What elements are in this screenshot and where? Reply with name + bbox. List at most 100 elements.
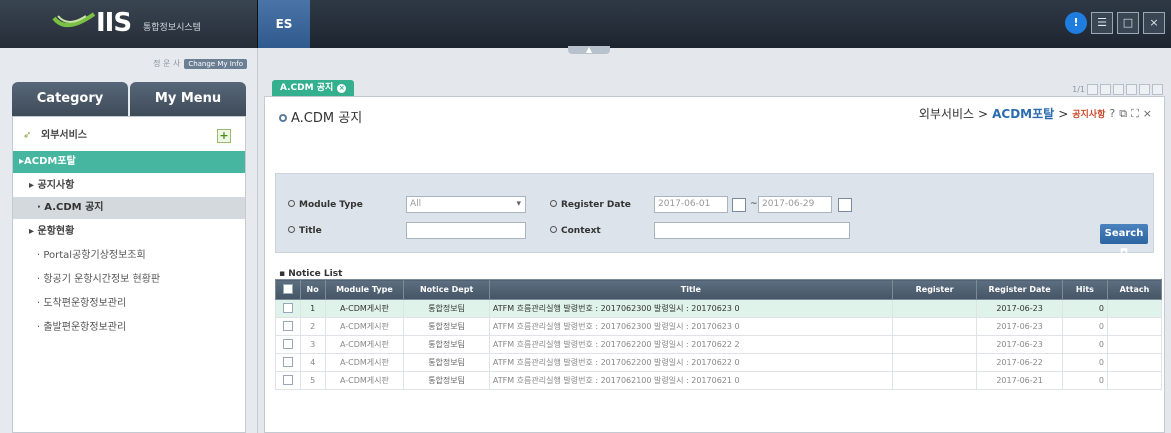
- context-label: Context: [550, 226, 601, 236]
- cell-no: 1: [299, 299, 326, 318]
- sidebar-item-label: 공지사항: [37, 180, 75, 191]
- menu-tree: ➶ 외부서비스 + ▸ACDM포탈 ▸ 공지사항 · A.CDM 공지 ▸ 운항…: [12, 116, 246, 433]
- table-row[interactable]: 4 A-CDM게시판 통합정보팀 ATFM 흐름관리실행 발령번호 : 2017…: [275, 353, 1163, 372]
- sidebar-item-acdm-portal[interactable]: ▸ACDM포탈: [13, 151, 245, 173]
- tab-my-menu[interactable]: My Menu: [130, 82, 246, 116]
- sidebar-item-weather[interactable]: · Portal공항기상정보조회: [13, 245, 245, 267]
- main-area: A.CDM 공지 × 1/1 A.CDM 공지 외부서비스 > ACDM포탈 >…: [258, 54, 1171, 433]
- popout-icon[interactable]: ⧉: [1119, 107, 1127, 121]
- breadcrumb-2[interactable]: ACDM포탈: [992, 105, 1054, 122]
- tab-category[interactable]: Category: [12, 82, 128, 116]
- sidebar-item-notice[interactable]: ▸ 공지사항: [13, 175, 245, 197]
- col-register[interactable]: Register: [891, 279, 978, 300]
- select-all-checkbox[interactable]: [275, 279, 301, 300]
- leaf-icon: ➶: [23, 130, 32, 141]
- sidebar-item-acdm-notice[interactable]: · A.CDM 공지: [13, 197, 245, 219]
- tab-acdm-notice[interactable]: A.CDM 공지 ×: [272, 80, 355, 96]
- search-button[interactable]: Search ◘: [1100, 224, 1148, 259]
- change-my-info-button[interactable]: Change My Info: [184, 58, 247, 69]
- row-checkbox[interactable]: [275, 317, 301, 336]
- sidebar: 정 운 사 Change My Info Category My Menu ➶ …: [0, 48, 258, 433]
- cell-register: [891, 371, 978, 390]
- help-icon[interactable]: ?: [1109, 107, 1115, 120]
- sidebar-item-departure[interactable]: · 출발편운항정보관리: [13, 317, 245, 339]
- cell-title[interactable]: ATFM 흐름관리실행 발령번호 : 2017062100 발령일시 : 201…: [488, 371, 893, 390]
- cell-register: [891, 299, 978, 318]
- table-row[interactable]: 2 A-CDM게시판 통합정보팀 ATFM 흐름관리실행 발령번호 : 2017…: [275, 317, 1163, 336]
- col-notice-dept[interactable]: Notice Dept: [403, 279, 490, 300]
- menu-root[interactable]: ➶ 외부서비스 +: [23, 125, 237, 147]
- collapse-handle[interactable]: ▲: [568, 46, 610, 54]
- menu-icon[interactable]: ☰: [1091, 12, 1113, 34]
- sidebar-item-arrival[interactable]: · 도착편운항정보관리: [13, 293, 245, 315]
- cell-title[interactable]: ATFM 흐름관리실행 발령번호 : 2017062300 발령일시 : 201…: [488, 299, 893, 318]
- breadcrumb-3[interactable]: 공지사항: [1072, 107, 1105, 120]
- col-hits[interactable]: Hits: [1061, 279, 1108, 300]
- sidebar-tabs: Category My Menu: [12, 82, 246, 116]
- first-icon[interactable]: [1087, 84, 1098, 95]
- close-icon[interactable]: ×: [1143, 12, 1165, 34]
- col-attach[interactable]: Attach: [1106, 279, 1163, 300]
- cell-title[interactable]: ATFM 흐름관리실행 발령번호 : 2017062300 발령일시 : 201…: [488, 317, 893, 336]
- system-tab-es[interactable]: ES: [258, 0, 310, 48]
- row-checkbox[interactable]: [275, 299, 301, 318]
- table-row[interactable]: 1 A-CDM게시판 통합정보팀 ATFM 흐름관리실행 발령번호 : 2017…: [275, 299, 1163, 318]
- cell-register: [891, 317, 978, 336]
- tab-close-icon[interactable]: ×: [337, 83, 347, 93]
- info-icon[interactable]: !: [1065, 12, 1087, 34]
- col-title[interactable]: Title: [488, 279, 893, 300]
- calendar-icon[interactable]: [732, 198, 746, 212]
- table-row[interactable]: 5 A-CDM게시판 통합정보팀 ATFM 흐름관리실행 발령번호 : 2017…: [275, 371, 1163, 390]
- cell-module: A-CDM게시판: [324, 317, 405, 336]
- prev-icon[interactable]: [1100, 84, 1111, 95]
- breadcrumb-1[interactable]: 외부서비스: [919, 105, 974, 122]
- cell-hits: 0: [1061, 299, 1108, 318]
- module-type-select[interactable]: All ▾: [406, 196, 526, 213]
- cell-module: A-CDM게시판: [324, 371, 405, 390]
- cell-attach: [1106, 335, 1163, 354]
- cell-no: 4: [299, 353, 326, 372]
- date-from-input[interactable]: 2017-06-01: [654, 196, 728, 213]
- col-register-date[interactable]: Register Date: [976, 279, 1063, 300]
- cell-hits: 0: [1061, 353, 1108, 372]
- sidebar-item-label: ACDM포탈: [24, 156, 76, 167]
- sidebar-item-label: 출발편운항정보관리: [43, 322, 127, 333]
- expand-plus-icon[interactable]: +: [217, 129, 231, 143]
- cell-register: [891, 335, 978, 354]
- minimize-icon[interactable]: [1139, 84, 1150, 95]
- date-to-input[interactable]: 2017-06-29: [758, 196, 832, 213]
- cell-title[interactable]: ATFM 흐름관리실행 발령번호 : 2017062200 발령일시 : 201…: [488, 353, 893, 372]
- content-panel: A.CDM 공지 외부서비스 > ACDM포탈 > 공지사항 ? ⧉ ⛶ × M…: [264, 96, 1165, 433]
- sidebar-item-label: 도착편운항정보관리: [43, 298, 127, 309]
- window-icon[interactable]: □: [1117, 12, 1139, 34]
- context-input[interactable]: [654, 222, 850, 239]
- logo[interactable]: IIS 통합정보시스템: [0, 0, 258, 48]
- col-no[interactable]: No: [299, 279, 326, 300]
- close-all-icon[interactable]: [1152, 84, 1163, 95]
- cell-title[interactable]: ATFM 흐름관리실행 발령번호 : 2017062200 발령일시 : 201…: [488, 335, 893, 354]
- breadcrumb: 외부서비스 > ACDM포탈 > 공지사항 ? ⧉ ⛶ ×: [919, 105, 1152, 122]
- open-tabs: A.CDM 공지 ×: [272, 80, 355, 96]
- next-icon[interactable]: [1113, 84, 1124, 95]
- cell-attach: [1106, 299, 1163, 318]
- row-checkbox[interactable]: [275, 335, 301, 354]
- page-title-text: A.CDM 공지: [291, 111, 363, 126]
- sidebar-item-flight-status[interactable]: ▸ 운항현황: [13, 221, 245, 243]
- calendar-icon[interactable]: [838, 198, 852, 212]
- row-checkbox[interactable]: [275, 371, 301, 390]
- cell-date: 2017-06-23: [976, 335, 1063, 354]
- sidebar-item-flight-time-board[interactable]: · 항공기 운항시간정보 현황판: [13, 269, 245, 291]
- module-type-label: Module Type: [288, 200, 363, 210]
- logo-swoosh-icon: [52, 12, 96, 27]
- cell-hits: 0: [1061, 317, 1108, 336]
- cell-hits: 0: [1061, 371, 1108, 390]
- last-icon[interactable]: [1126, 84, 1137, 95]
- row-checkbox[interactable]: [275, 353, 301, 372]
- close-icon[interactable]: ×: [1143, 107, 1152, 120]
- title-input[interactable]: [406, 222, 526, 239]
- table-row[interactable]: 3 A-CDM게시판 통합정보팀 ATFM 흐름관리실행 발령번호 : 2017…: [275, 335, 1163, 354]
- cell-attach: [1106, 353, 1163, 372]
- col-module-type[interactable]: Module Type: [324, 279, 405, 300]
- fullscreen-icon[interactable]: ⛶: [1131, 107, 1139, 121]
- sidebar-item-label: 항공기 운항시간정보 현황판: [43, 274, 161, 285]
